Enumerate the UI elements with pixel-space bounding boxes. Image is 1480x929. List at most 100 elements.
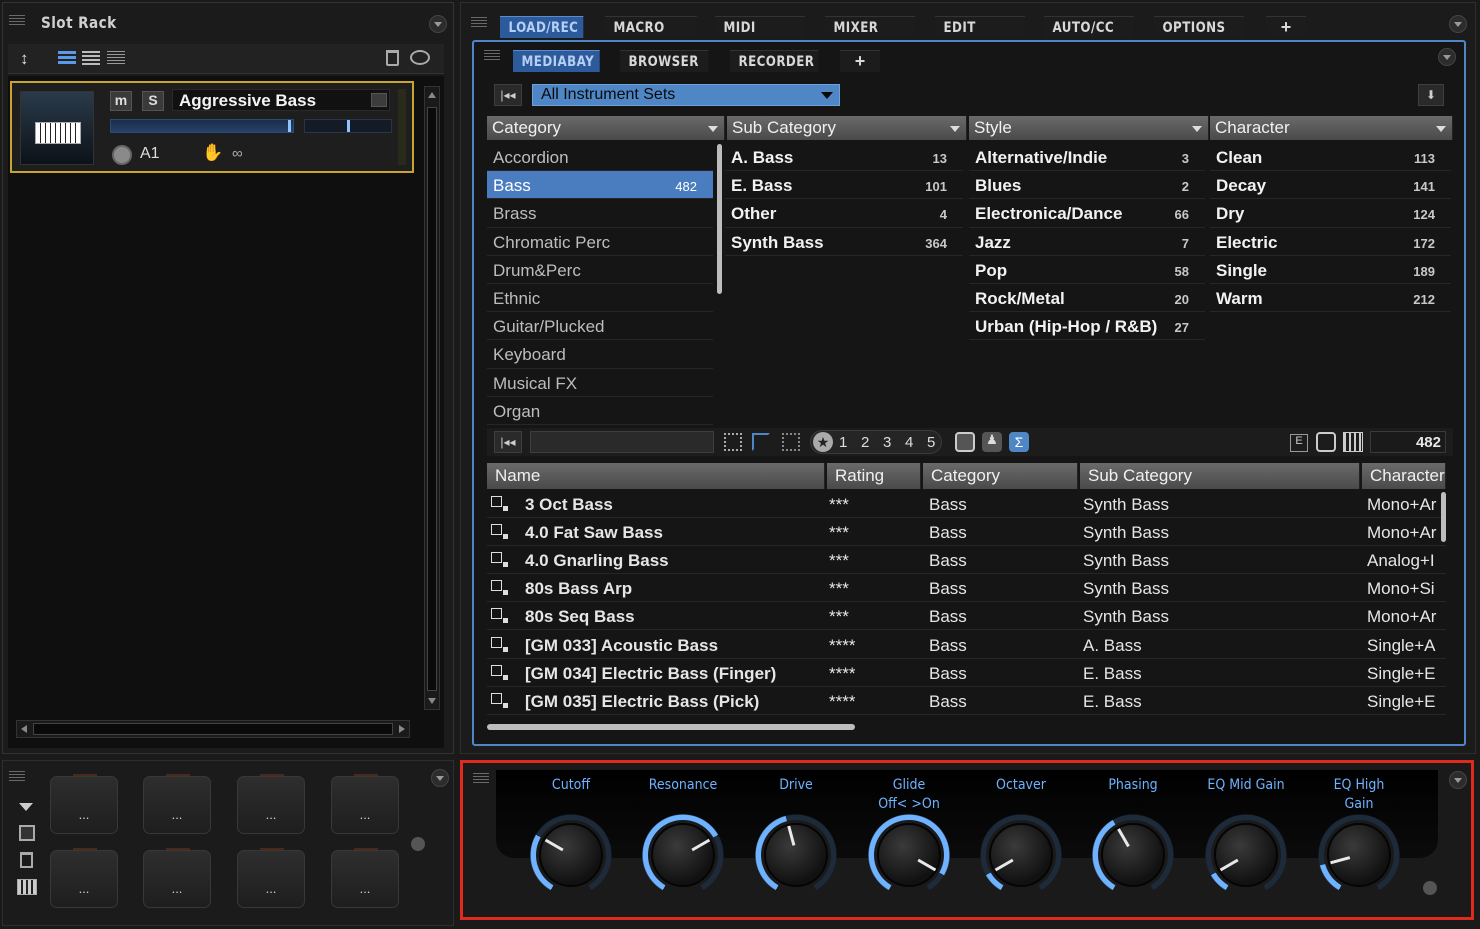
table-row[interactable]: [GM 035] Electric Bass (Pick) **** Bass E. … bbox=[487, 687, 1446, 716]
list-item[interactable]: E. Bass 101 bbox=[725, 171, 963, 200]
hand-icon[interactable]: ✋ bbox=[202, 143, 223, 163]
table-row[interactable]: 4.0 Fat Saw Bass *** Bass Synth Bass Mono+Ar bbox=[487, 518, 1446, 547]
list-item[interactable]: Chromatic Perc bbox=[487, 228, 713, 256]
table-row[interactable]: 80s Bass Arp *** Bass Synth Bass Mono+Si bbox=[487, 574, 1446, 603]
tab-mixer[interactable]: MIXER bbox=[825, 16, 916, 38]
table-row[interactable]: 80s Seq Bass *** Bass Synth Bass Mono+Ar bbox=[487, 602, 1446, 631]
qc-knob[interactable] bbox=[753, 812, 839, 898]
list-item[interactable]: Drum&Perc bbox=[487, 256, 713, 284]
infinity-icon[interactable]: ∞ bbox=[232, 145, 243, 162]
sort-arrows-icon[interactable]: ↕ bbox=[20, 49, 29, 69]
tab-load-rec[interactable]: LOAD/REC bbox=[500, 16, 584, 38]
scroll-up-icon[interactable] bbox=[428, 92, 436, 98]
list-item[interactable]: Blues 2 bbox=[969, 171, 1205, 200]
list-item[interactable]: Alternative/Indie 3 bbox=[969, 143, 1205, 172]
list-item[interactable]: Synth Bass 364 bbox=[725, 228, 963, 256]
list-item[interactable]: Accordion bbox=[487, 143, 713, 172]
list-item[interactable]: Pop 58 bbox=[969, 256, 1205, 284]
instrument-set-dropdown[interactable]: All Instrument Sets bbox=[532, 84, 840, 106]
qc-knob[interactable] bbox=[1316, 812, 1402, 898]
tab-mediabay[interactable]: MEDIABAY bbox=[513, 50, 600, 72]
list-item[interactable]: Musical FX bbox=[487, 369, 713, 397]
filter-header-subcategory[interactable]: Sub Category bbox=[727, 116, 967, 140]
volume-handle[interactable] bbox=[288, 120, 291, 132]
midi-port-icon[interactable] bbox=[112, 145, 132, 165]
tab-midi[interactable]: MIDI bbox=[715, 16, 806, 38]
list-item[interactable]: Brass bbox=[487, 199, 713, 228]
tab-macro[interactable]: MACRO bbox=[605, 16, 697, 38]
qc-knob[interactable] bbox=[1090, 812, 1176, 898]
refresh-icon[interactable] bbox=[1316, 432, 1336, 452]
table-row[interactable]: [GM 034] Electric Bass (Finger) **** Bass E… bbox=[487, 659, 1446, 688]
rating-1[interactable]: 1 bbox=[839, 434, 847, 451]
panel-grip-icon[interactable] bbox=[9, 15, 25, 27]
list-item[interactable]: Urban (Hip-Hop / R&B) 27 bbox=[969, 312, 1205, 341]
list-item[interactable]: Bass 482 bbox=[487, 171, 713, 200]
trigger-pad[interactable]: ... bbox=[331, 774, 399, 834]
midi-channel[interactable]: A1 bbox=[140, 145, 160, 163]
reset-search-icon[interactable]: |◂◂ bbox=[494, 431, 522, 453]
tab-browser[interactable]: BROWSER bbox=[620, 50, 709, 72]
mediabay-grip-icon[interactable] bbox=[484, 50, 500, 62]
trigger-pad[interactable]: ... bbox=[50, 774, 118, 834]
tab-auto-cc[interactable]: AUTO/CC bbox=[1044, 16, 1135, 38]
list-item[interactable]: Electronica/Dance 66 bbox=[969, 199, 1205, 228]
person-icon[interactable]: ♟ bbox=[982, 432, 1002, 452]
add-tab-button[interactable]: + bbox=[1266, 16, 1306, 38]
mediabay-menu-icon[interactable] bbox=[1438, 48, 1456, 66]
scroll-left-icon[interactable] bbox=[21, 725, 27, 733]
search-input[interactable] bbox=[530, 431, 714, 453]
rating-filter[interactable]: ★ 1 2 3 4 5 bbox=[810, 430, 942, 454]
qc-knob[interactable] bbox=[866, 812, 952, 898]
slot-rack-vertical-scrollbar[interactable] bbox=[424, 86, 440, 710]
tab-recorder[interactable]: RECORDER bbox=[730, 50, 819, 72]
rating-4[interactable]: 4 bbox=[905, 434, 913, 451]
edit-icon[interactable]: E bbox=[1290, 434, 1308, 452]
results-horizontal-scrollbar[interactable] bbox=[487, 724, 855, 730]
list-item[interactable]: Rock/Metal 20 bbox=[969, 284, 1205, 313]
results-header-rating[interactable]: Rating bbox=[827, 463, 921, 489]
pan-handle[interactable] bbox=[347, 120, 350, 132]
main-panel-menu-icon[interactable] bbox=[1449, 15, 1467, 33]
scroll-thumb[interactable] bbox=[427, 107, 437, 691]
pads-grip-icon[interactable] bbox=[9, 771, 25, 783]
slot-rack-menu-icon[interactable] bbox=[429, 15, 447, 33]
program-dropdown-icon[interactable] bbox=[371, 93, 387, 107]
qc-knob[interactable] bbox=[978, 812, 1064, 898]
delete-icon[interactable] bbox=[20, 852, 33, 868]
volume-slider[interactable] bbox=[110, 119, 294, 133]
expand-arrow-icon[interactable] bbox=[19, 803, 33, 811]
filter-header-style[interactable]: Style bbox=[969, 116, 1209, 140]
scroll-right-icon[interactable] bbox=[399, 725, 405, 733]
eye-icon[interactable] bbox=[410, 50, 430, 65]
category-scrollbar[interactable] bbox=[717, 144, 722, 294]
slot-rack-horizontal-scrollbar[interactable] bbox=[16, 720, 410, 738]
mini-view-icon[interactable] bbox=[107, 51, 125, 66]
tab-options[interactable]: OPTIONS bbox=[1154, 16, 1245, 38]
rating-2[interactable]: 2 bbox=[861, 434, 869, 451]
qc-menu-icon[interactable] bbox=[1449, 771, 1467, 789]
add-subtab-button[interactable]: + bbox=[840, 50, 880, 72]
results-header-category[interactable]: Category bbox=[923, 463, 1078, 489]
view-grid-icon[interactable] bbox=[724, 433, 742, 451]
save-icon[interactable] bbox=[19, 825, 35, 841]
download-icon[interactable]: ⬇ bbox=[1418, 84, 1444, 106]
results-vertical-scrollbar[interactable] bbox=[1441, 492, 1446, 542]
list-item[interactable]: Warm 212 bbox=[1210, 284, 1451, 313]
qc-knob[interactable] bbox=[528, 812, 614, 898]
list-item[interactable]: Decay 141 bbox=[1210, 171, 1451, 200]
sum-icon[interactable]: Σ bbox=[1009, 432, 1029, 452]
trigger-pad[interactable]: ... bbox=[237, 774, 305, 834]
solo-button[interactable]: S bbox=[142, 91, 164, 111]
pads-menu-icon[interactable] bbox=[431, 769, 449, 787]
list-item[interactable]: Dry 124 bbox=[1210, 199, 1451, 228]
compact-view-icon[interactable] bbox=[82, 51, 100, 66]
list-item[interactable]: A. Bass 13 bbox=[725, 143, 963, 172]
pan-slider[interactable] bbox=[304, 119, 392, 133]
trash-icon[interactable] bbox=[386, 50, 399, 66]
mute-button[interactable]: m bbox=[110, 91, 132, 111]
sync-icon[interactable] bbox=[955, 432, 975, 452]
list-item[interactable]: Guitar/Plucked bbox=[487, 312, 713, 341]
table-row[interactable]: 4.0 Gnarling Bass *** Bass Synth Bass Analog… bbox=[487, 546, 1446, 575]
program-name-field[interactable]: Aggressive Bass bbox=[172, 89, 390, 111]
